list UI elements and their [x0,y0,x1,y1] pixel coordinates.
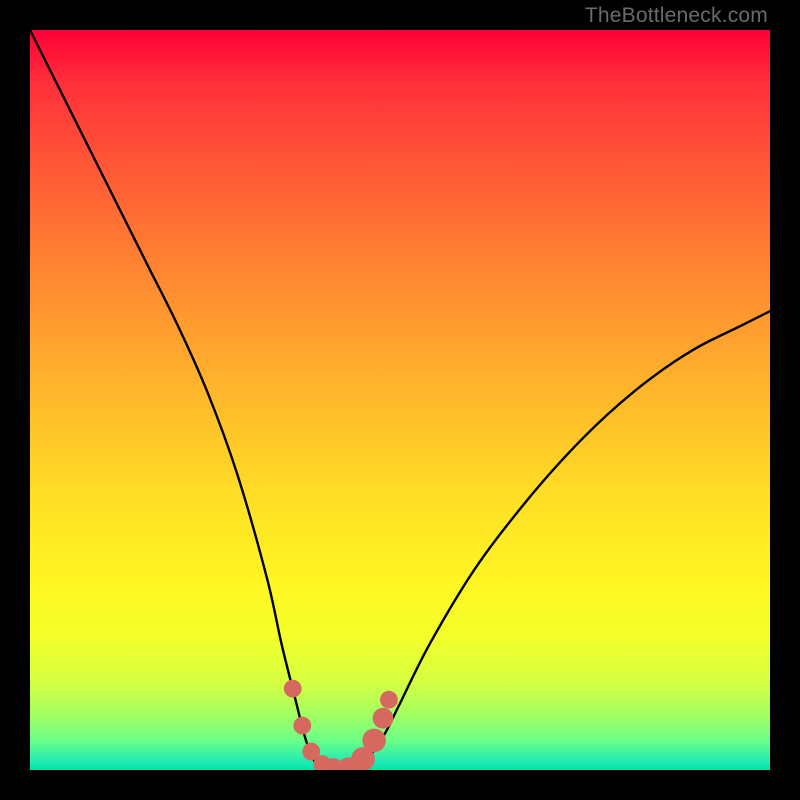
plot-area [30,30,770,770]
valley-marker [373,708,394,729]
chart-frame: TheBottleneck.com [0,0,800,800]
valley-marker [380,691,398,709]
valley-marker [284,680,302,698]
watermark-text: TheBottleneck.com [585,4,768,28]
valley-markers [284,680,398,770]
valley-marker [362,729,386,753]
bottleneck-curve [30,30,770,770]
valley-marker [293,717,311,735]
curve-layer [30,30,770,770]
